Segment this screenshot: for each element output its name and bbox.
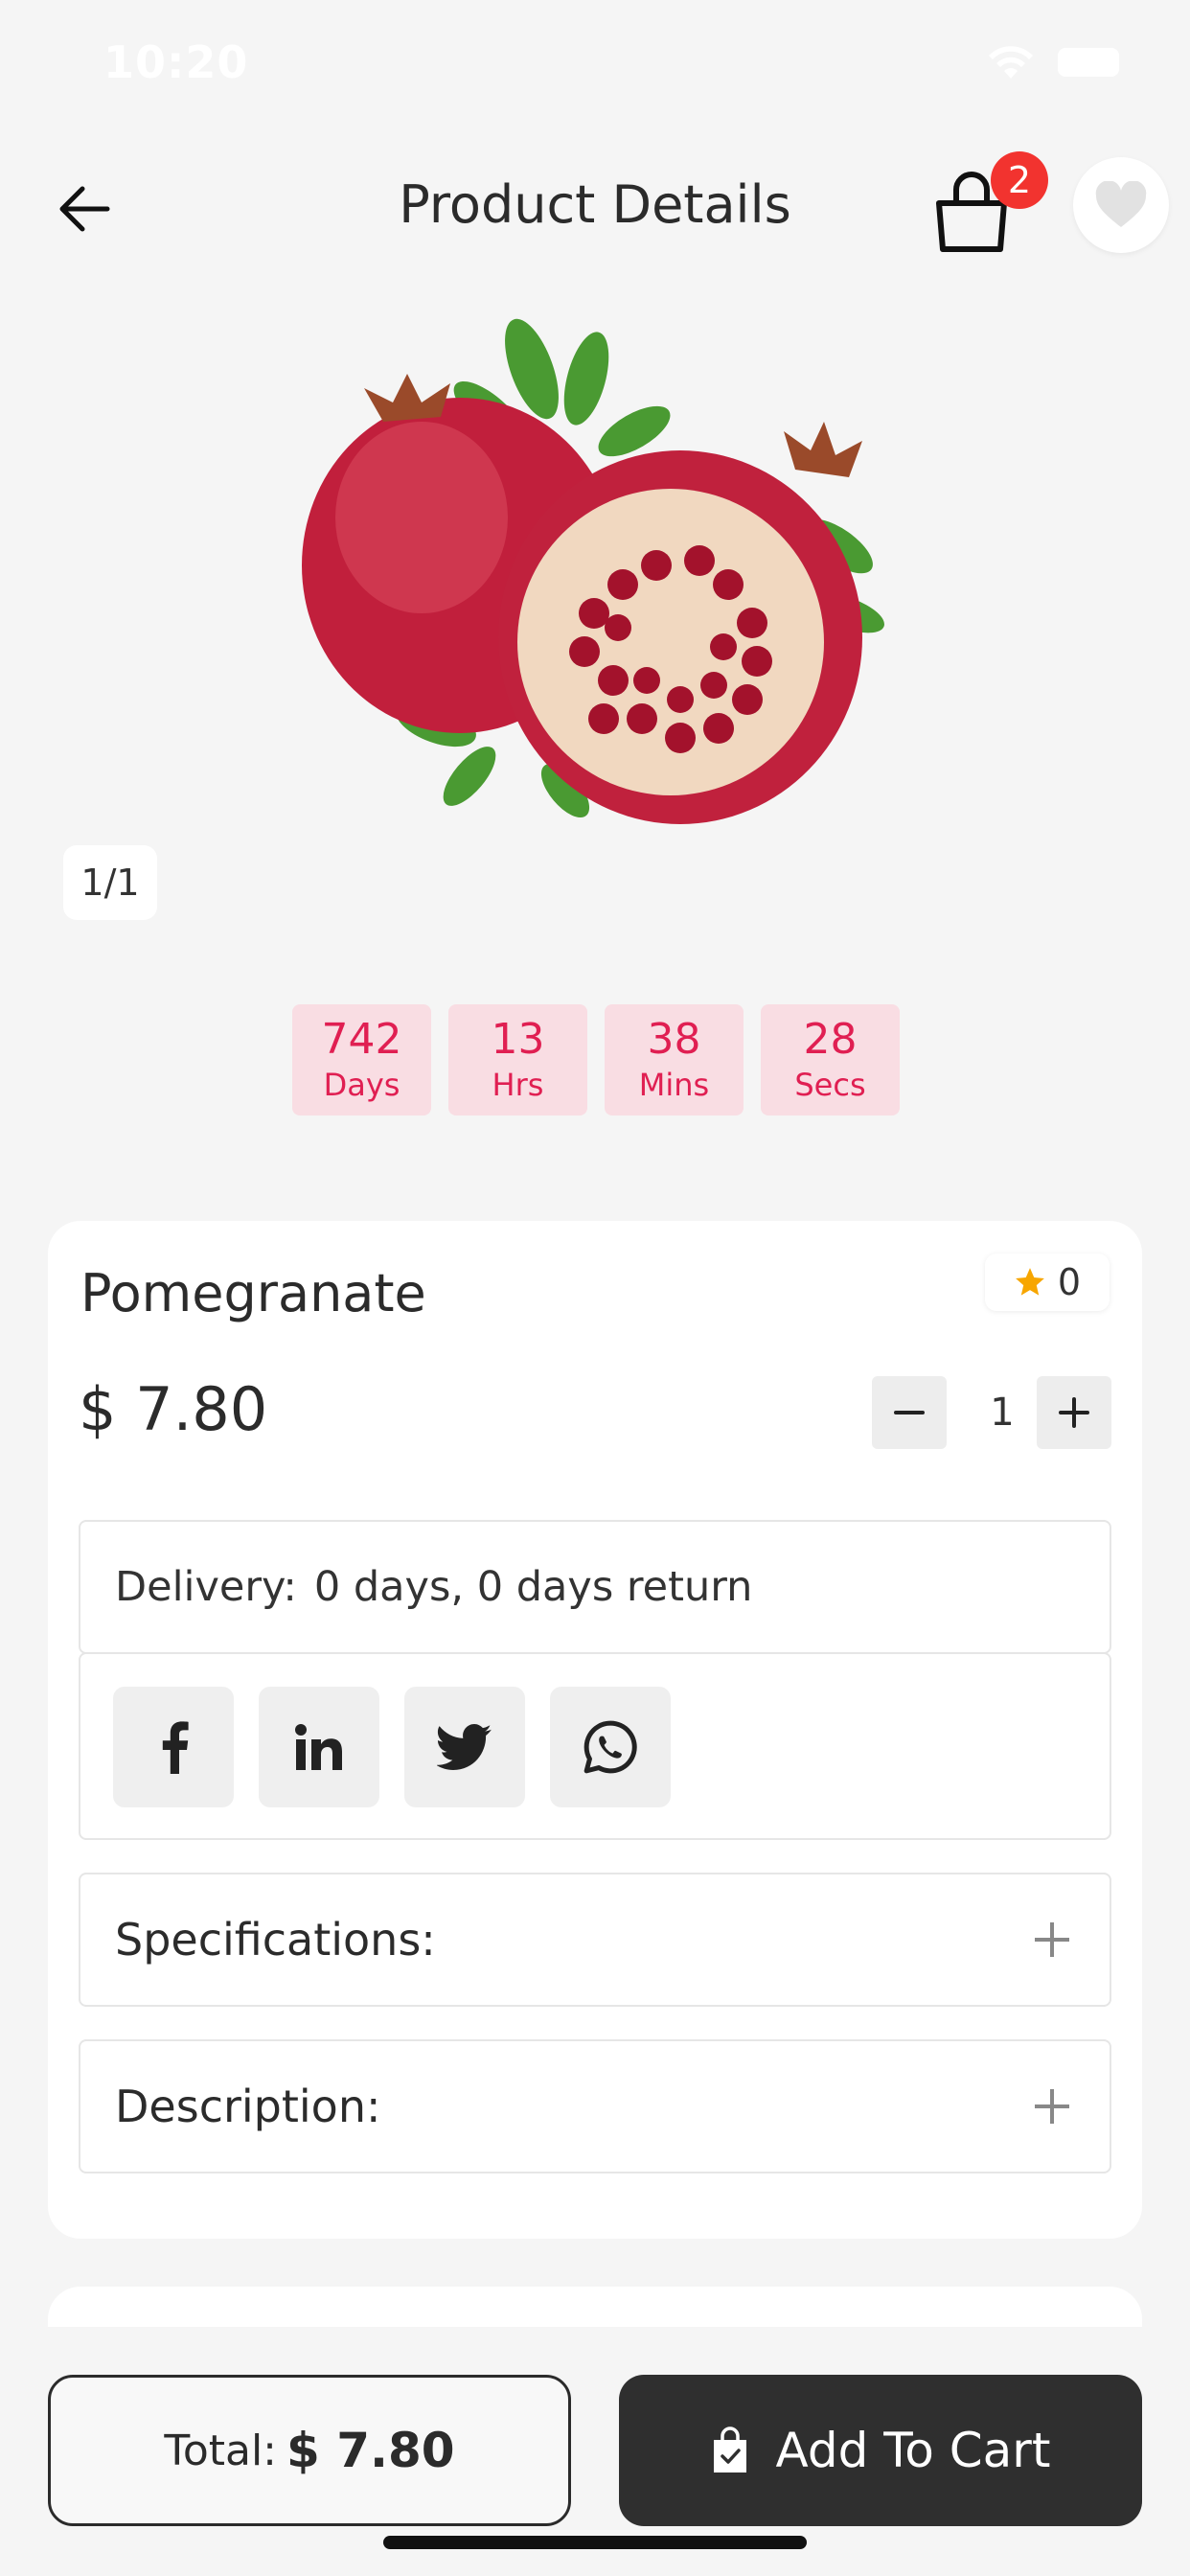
shopping-bag-check-icon bbox=[713, 2426, 746, 2472]
favorite-button[interactable] bbox=[1073, 157, 1169, 253]
back-button[interactable] bbox=[46, 171, 123, 247]
sale-countdown: 742 Days 13 Hrs 38 Mins 28 Secs bbox=[292, 1004, 900, 1116]
countdown-minutes: 38 Mins bbox=[605, 1004, 744, 1116]
share-twitter-button[interactable] bbox=[404, 1687, 525, 1807]
delivery-label: Delivery: bbox=[115, 1563, 297, 1611]
total-value: $ 7.80 bbox=[286, 2423, 455, 2478]
image-counter: 1/1 bbox=[63, 845, 157, 920]
description-accordion[interactable]: Description: bbox=[79, 2039, 1111, 2174]
delivery-info: Delivery: 0 days, 0 days return bbox=[79, 1520, 1111, 1654]
facebook-icon bbox=[162, 1721, 189, 1774]
description-title: Description: bbox=[115, 2081, 381, 2132]
add-to-cart-label: Add To Cart bbox=[775, 2423, 1051, 2478]
countdown-days: 742 Days bbox=[292, 1004, 431, 1116]
quantity-decrease-button[interactable] bbox=[872, 1376, 947, 1449]
share-linkedin-button[interactable] bbox=[259, 1687, 379, 1807]
countdown-label: Days bbox=[323, 1067, 400, 1103]
countdown-hours: 13 Hrs bbox=[448, 1004, 587, 1116]
status-time: 10:20 bbox=[103, 36, 249, 88]
countdown-value: 13 bbox=[491, 1015, 545, 1064]
heart-icon bbox=[1095, 181, 1147, 227]
header: Product Details 2 bbox=[0, 144, 1190, 268]
status-bar: 10:20 bbox=[0, 0, 1190, 125]
arrow-left-icon bbox=[59, 186, 110, 232]
countdown-seconds: 28 Secs bbox=[761, 1004, 900, 1116]
total-summary: Total: $ 7.80 bbox=[48, 2375, 571, 2526]
expand-plus-icon bbox=[1033, 1920, 1071, 1959]
countdown-value: 28 bbox=[803, 1015, 858, 1064]
specifications-title: Specifications: bbox=[115, 1914, 436, 1966]
star-icon bbox=[1016, 1268, 1044, 1296]
home-indicator bbox=[383, 2536, 807, 2549]
expand-plus-icon bbox=[1033, 2087, 1071, 2126]
whatsapp-icon bbox=[584, 1720, 637, 1774]
battery-icon bbox=[1058, 48, 1119, 77]
quantity-value[interactable]: 1 bbox=[968, 1380, 1037, 1445]
plus-icon bbox=[1059, 1397, 1089, 1428]
product-info-card: Pomegranate 0 $ 7.80 1 Delivery: 0 days,… bbox=[48, 1221, 1142, 2239]
quantity-increase-button[interactable] bbox=[1037, 1376, 1111, 1449]
countdown-value: 742 bbox=[321, 1015, 402, 1064]
countdown-label: Hrs bbox=[492, 1067, 544, 1103]
rating-value: 0 bbox=[1057, 1261, 1082, 1303]
delivery-value: 0 days, 0 days return bbox=[313, 1563, 753, 1611]
rating-badge[interactable]: 0 bbox=[985, 1254, 1110, 1311]
total-label: Total: bbox=[164, 2426, 278, 2475]
add-to-cart-button[interactable]: Add To Cart bbox=[619, 2375, 1142, 2526]
product-image[interactable] bbox=[278, 297, 910, 910]
twitter-icon bbox=[437, 1724, 492, 1770]
countdown-value: 38 bbox=[647, 1015, 701, 1064]
share-facebook-button[interactable] bbox=[113, 1687, 234, 1807]
countdown-label: Secs bbox=[794, 1067, 866, 1103]
product-name: Pomegranate bbox=[80, 1263, 426, 1323]
cart-count-badge: 2 bbox=[991, 151, 1048, 209]
specifications-accordion[interactable]: Specifications: bbox=[79, 1873, 1111, 2007]
product-price: $ 7.80 bbox=[79, 1374, 268, 1444]
minus-icon bbox=[894, 1411, 925, 1414]
countdown-label: Mins bbox=[638, 1067, 710, 1103]
share-whatsapp-button[interactable] bbox=[550, 1687, 671, 1807]
social-share bbox=[79, 1652, 1111, 1840]
linkedin-icon bbox=[295, 1724, 342, 1770]
wifi-icon bbox=[989, 46, 1033, 79]
